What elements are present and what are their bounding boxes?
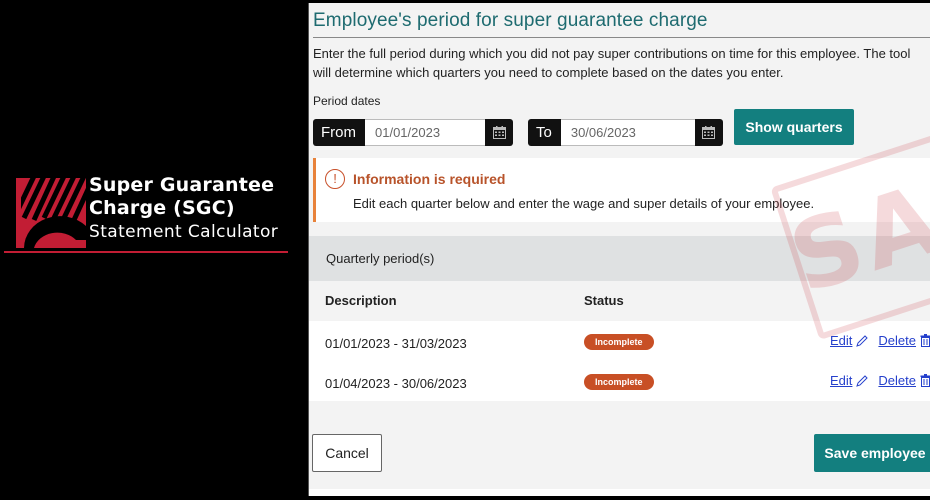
cancel-button[interactable]: Cancel xyxy=(312,434,382,472)
edit-link[interactable]: Edit xyxy=(830,373,869,388)
delete-label: Delete xyxy=(878,373,916,388)
to-date-input[interactable] xyxy=(560,119,695,146)
from-label: From xyxy=(313,119,365,146)
edit-label: Edit xyxy=(830,333,853,348)
edit-link[interactable]: Edit xyxy=(830,333,869,348)
brand-line-3: Statement Calculator xyxy=(89,222,279,242)
brand-divider xyxy=(4,251,288,253)
row-description: 01/04/2023 - 30/06/2023 xyxy=(325,376,467,391)
sgc-logo-icon xyxy=(16,178,86,248)
pencil-icon xyxy=(856,334,869,347)
period-dates-label: Period dates xyxy=(313,94,381,108)
panel-footer-strip xyxy=(309,489,930,496)
alert-body: Edit each quarter below and enter the wa… xyxy=(353,196,815,211)
table-row: 01/04/2023 - 30/06/2023 Incomplete Edit … xyxy=(309,361,930,401)
calendar-icon xyxy=(702,126,716,139)
from-calendar-button[interactable] xyxy=(485,119,513,146)
to-label: To xyxy=(528,119,561,146)
row-description: 01/01/2023 - 31/03/2023 xyxy=(325,336,467,351)
to-calendar-button[interactable] xyxy=(694,119,723,146)
title-divider xyxy=(313,37,930,38)
quarterly-periods-title: Quarterly period(s) xyxy=(326,251,435,266)
column-header-description: Description xyxy=(325,293,397,308)
row-actions: Edit Delete xyxy=(830,333,930,348)
info-required-alert: ! Information is required Edit each quar… xyxy=(313,158,930,222)
status-badge: Incomplete xyxy=(584,334,654,350)
quarterly-periods-header: Quarterly period(s) xyxy=(309,236,930,281)
from-date-input[interactable] xyxy=(365,119,485,146)
page-title: Employee's period for super guarantee ch… xyxy=(313,10,708,31)
column-header-status: Status xyxy=(584,293,624,308)
trash-icon xyxy=(920,374,930,387)
from-date-group: From xyxy=(313,119,513,146)
exclamation-circle-icon: ! xyxy=(325,169,345,189)
edit-label: Edit xyxy=(830,373,853,388)
calendar-icon xyxy=(492,126,506,139)
to-date-group: To xyxy=(528,119,723,146)
delete-link[interactable]: Delete xyxy=(878,333,930,348)
intro-text: Enter the full period during which you d… xyxy=(313,46,911,80)
status-badge: Incomplete xyxy=(584,374,654,390)
show-quarters-button[interactable]: Show quarters xyxy=(734,109,854,145)
delete-link[interactable]: Delete xyxy=(878,373,930,388)
trash-icon xyxy=(920,334,930,347)
alert-title: Information is required xyxy=(353,171,506,187)
employee-period-form: Employee's period for super guarantee ch… xyxy=(308,3,930,496)
quarters-table: 01/01/2023 - 31/03/2023 Incomplete Edit … xyxy=(309,321,930,401)
row-actions: Edit Delete xyxy=(830,373,930,388)
brand-panel: Super Guarantee Charge (SGC) Statement C… xyxy=(0,0,300,500)
brand-line-1: Super Guarantee xyxy=(89,174,275,196)
save-employee-button[interactable]: Save employee xyxy=(814,434,930,472)
table-row: 01/01/2023 - 31/03/2023 Incomplete Edit … xyxy=(309,321,930,361)
delete-label: Delete xyxy=(878,333,916,348)
brand-line-2: Charge (SGC) xyxy=(89,197,235,219)
pencil-icon xyxy=(856,374,869,387)
brand-title: Super Guarantee Charge (SGC) Statement C… xyxy=(89,174,278,244)
